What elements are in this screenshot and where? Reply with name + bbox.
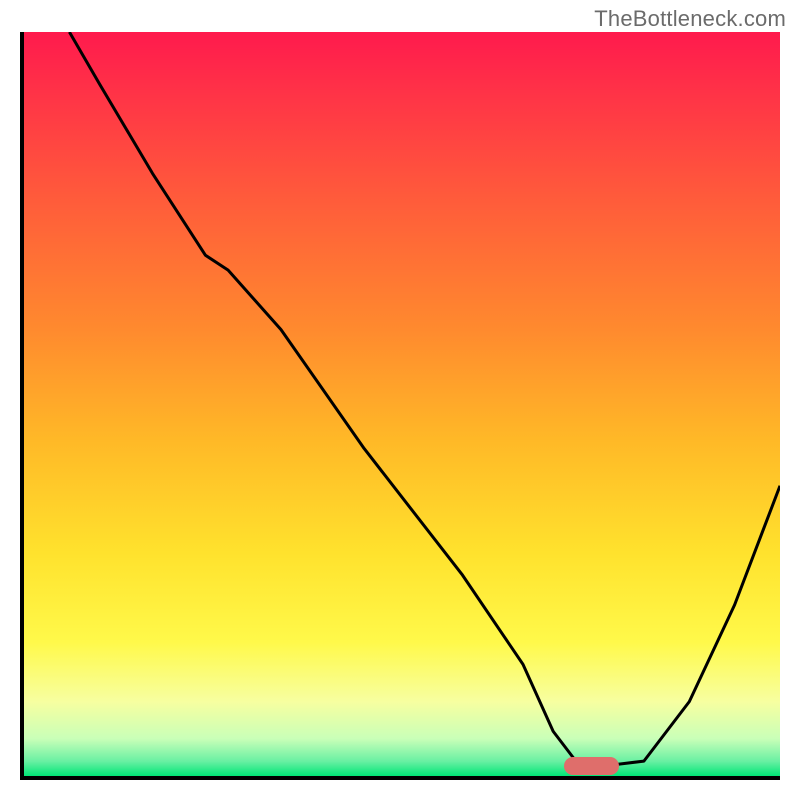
bottleneck-chart: TheBottleneck.com: [0, 0, 800, 800]
curve-layer: [24, 32, 780, 776]
sweet-spot-marker: [564, 757, 619, 775]
watermark-text: TheBottleneck.com: [594, 6, 786, 32]
bottleneck-curve-path: [69, 32, 780, 765]
plot-area: [20, 32, 780, 780]
